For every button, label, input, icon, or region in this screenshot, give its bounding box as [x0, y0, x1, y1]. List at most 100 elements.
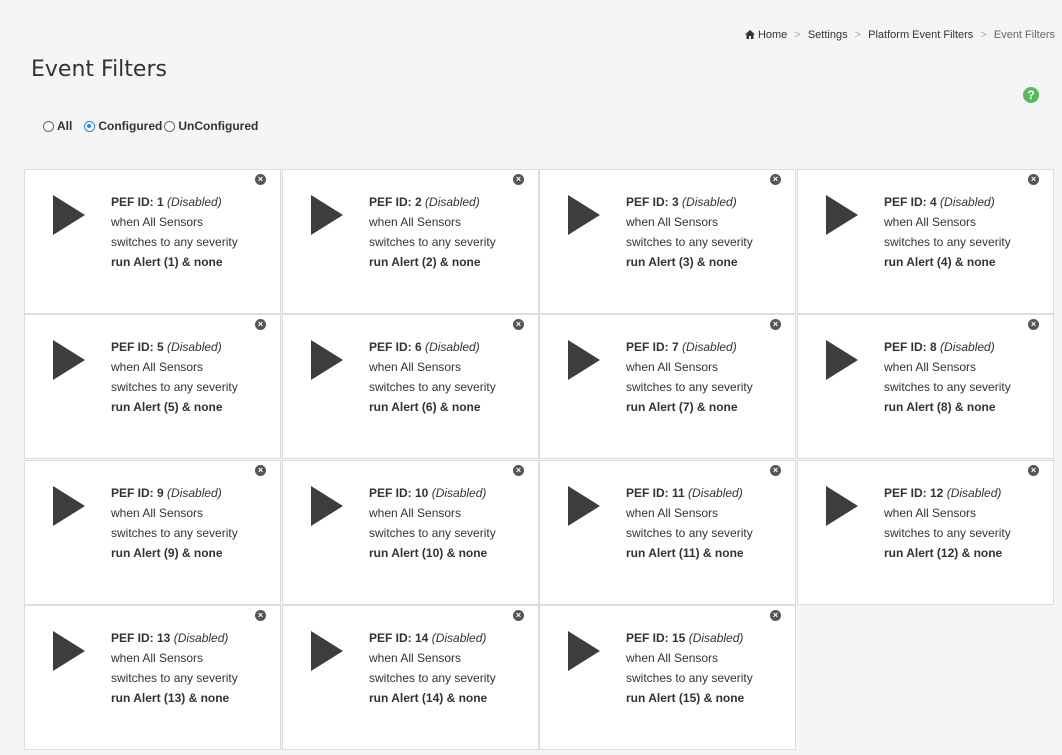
- pef-card[interactable]: × PEF ID: 9 (Disabled) when All Sensors swi…: [24, 460, 281, 605]
- pef-card[interactable]: × PEF ID: 6 (Disabled) when All Sensors swi…: [282, 314, 539, 459]
- pef-status: (Disabled): [940, 195, 995, 209]
- radio-configured[interactable]: [84, 120, 96, 132]
- pef-status: (Disabled): [688, 486, 743, 500]
- delete-close-icon[interactable]: ×: [513, 610, 524, 621]
- pef-condition-line2: switches to any severity: [369, 380, 496, 394]
- delete-close-icon[interactable]: ×: [255, 465, 266, 476]
- pef-status: (Disabled): [167, 340, 222, 354]
- pef-card-header: PEF ID: 5 (Disabled): [111, 337, 238, 357]
- pef-card-text: PEF ID: 6 (Disabled) when All Sensors swit…: [369, 337, 496, 417]
- delete-close-icon[interactable]: ×: [770, 465, 781, 476]
- pef-card[interactable]: × PEF ID: 11 (Disabled) when All Sensors sw…: [539, 460, 796, 605]
- delete-close-icon[interactable]: ×: [770, 319, 781, 330]
- delete-close-icon[interactable]: ×: [1028, 319, 1039, 330]
- pef-card-text: PEF ID: 15 (Disabled) when All Sensors swi…: [626, 628, 753, 708]
- help-icon[interactable]: ?: [1023, 87, 1039, 103]
- breadcrumb-settings[interactable]: Settings: [808, 29, 848, 41]
- pef-card-text: PEF ID: 4 (Disabled) when All Sensors swit…: [884, 192, 1011, 272]
- delete-close-icon[interactable]: ×: [255, 610, 266, 621]
- filter-all-option[interactable]: All: [43, 119, 72, 133]
- breadcrumb-platform-event-filters[interactable]: Platform Event Filters: [868, 29, 973, 41]
- breadcrumb-home[interactable]: Home: [744, 29, 790, 41]
- delete-close-icon[interactable]: ×: [1028, 174, 1039, 185]
- pef-status: (Disabled): [688, 631, 744, 645]
- delete-close-icon[interactable]: ×: [255, 319, 266, 330]
- pef-action: run Alert (4) & none: [884, 255, 996, 269]
- pef-action: run Alert (10) & none: [369, 546, 488, 560]
- delete-close-icon[interactable]: ×: [513, 319, 524, 330]
- pef-condition-line2: switches to any severity: [369, 235, 496, 249]
- pef-card-text: PEF ID: 12 (Disabled) when All Sensors swi…: [884, 483, 1011, 563]
- breadcrumb-separator: >: [794, 29, 801, 41]
- delete-close-icon[interactable]: ×: [770, 610, 781, 621]
- radio-unconfigured[interactable]: [164, 120, 176, 132]
- filter-configured-option[interactable]: Configured: [84, 119, 162, 133]
- pef-card[interactable]: × PEF ID: 5 (Disabled) when All Sensors swi…: [24, 314, 281, 459]
- pef-id-label: PEF ID: 6: [369, 340, 422, 354]
- pef-card[interactable]: × PEF ID: 2 (Disabled) when All Sensors swi…: [282, 169, 539, 314]
- pef-condition-line2: switches to any severity: [111, 526, 238, 540]
- pef-card[interactable]: × PEF ID: 3 (Disabled) when All Sensors swi…: [539, 169, 796, 314]
- delete-close-icon[interactable]: ×: [770, 174, 781, 185]
- pef-condition-line2: switches to any severity: [626, 235, 753, 249]
- pef-card[interactable]: × PEF ID: 7 (Disabled) when All Sensors swi…: [539, 314, 796, 459]
- pef-action: run Alert (15) & none: [626, 691, 745, 705]
- play-icon: [53, 631, 85, 671]
- pef-card[interactable]: × PEF ID: 8 (Disabled) when All Sensors swi…: [797, 314, 1054, 459]
- pef-card[interactable]: × PEF ID: 1 (Disabled) when All Sensors swi…: [24, 169, 281, 314]
- pef-condition-line1: when All Sensors: [884, 215, 977, 229]
- pef-condition-line2: switches to any severity: [626, 380, 753, 394]
- pef-condition-line1: when All Sensors: [111, 215, 204, 229]
- pef-card-header: PEF ID: 6 (Disabled): [369, 337, 496, 357]
- pef-card-header: PEF ID: 7 (Disabled): [626, 337, 753, 357]
- pef-card-text: PEF ID: 14 (Disabled) when All Sensors swi…: [369, 628, 496, 708]
- pef-id-label: PEF ID: 5: [111, 340, 164, 354]
- pef-condition-line2: switches to any severity: [369, 526, 496, 540]
- pef-card-header: PEF ID: 10 (Disabled): [369, 483, 496, 503]
- pef-id-label: PEF ID: 9: [111, 486, 164, 500]
- pef-status: (Disabled): [425, 195, 480, 209]
- pef-card[interactable]: × PEF ID: 4 (Disabled) when All Sensors swi…: [797, 169, 1054, 314]
- pef-condition-line1: when All Sensors: [626, 360, 719, 374]
- pef-status: (Disabled): [173, 631, 229, 645]
- pef-condition-line2: switches to any severity: [884, 526, 1011, 540]
- pef-condition-line1: when All Sensors: [369, 360, 462, 374]
- pef-action: run Alert (6) & none: [369, 400, 481, 414]
- pef-card[interactable]: × PEF ID: 13 (Disabled) when All Sensors sw…: [24, 605, 281, 750]
- delete-close-icon[interactable]: ×: [513, 174, 524, 185]
- page-title: Event Filters: [31, 56, 167, 82]
- pef-card-text: PEF ID: 3 (Disabled) when All Sensors swit…: [626, 192, 753, 272]
- pef-card-header: PEF ID: 2 (Disabled): [369, 192, 496, 212]
- pef-card[interactable]: × PEF ID: 10 (Disabled) when All Sensors sw…: [282, 460, 539, 605]
- filter-radio-group: All Configured UnConfigured: [43, 119, 260, 133]
- play-icon: [311, 631, 343, 671]
- pef-action: run Alert (5) & none: [111, 400, 223, 414]
- play-icon: [311, 195, 343, 235]
- pef-condition-line1: when All Sensors: [111, 506, 204, 520]
- pef-card-text: PEF ID: 11 (Disabled) when All Sensors swi…: [626, 483, 753, 563]
- pef-status: (Disabled): [167, 486, 222, 500]
- pef-action: run Alert (8) & none: [884, 400, 996, 414]
- pef-id-label: PEF ID: 8: [884, 340, 937, 354]
- pef-condition-line1: when All Sensors: [626, 215, 719, 229]
- pef-status: (Disabled): [167, 195, 222, 209]
- pef-condition-line2: switches to any severity: [369, 671, 496, 685]
- pef-status: (Disabled): [946, 486, 1002, 500]
- filter-unconfigured-option[interactable]: UnConfigured: [164, 119, 258, 133]
- pef-card-text: PEF ID: 2 (Disabled) when All Sensors swit…: [369, 192, 496, 272]
- pef-card[interactable]: × PEF ID: 14 (Disabled) when All Sensors sw…: [282, 605, 539, 750]
- pef-action: run Alert (7) & none: [626, 400, 738, 414]
- delete-close-icon[interactable]: ×: [255, 174, 266, 185]
- pef-card-text: PEF ID: 13 (Disabled) when All Sensors swi…: [111, 628, 238, 708]
- pef-card[interactable]: × PEF ID: 15 (Disabled) when All Sensors sw…: [539, 605, 796, 750]
- pef-status: (Disabled): [425, 340, 480, 354]
- radio-all[interactable]: [43, 120, 54, 132]
- delete-close-icon[interactable]: ×: [1028, 465, 1039, 476]
- delete-close-icon[interactable]: ×: [513, 465, 524, 476]
- pef-condition-line1: when All Sensors: [111, 651, 204, 665]
- pef-status: (Disabled): [682, 195, 737, 209]
- home-icon: [744, 30, 755, 39]
- pef-card[interactable]: × PEF ID: 12 (Disabled) when All Sensors sw…: [797, 460, 1054, 605]
- pef-id-label: PEF ID: 3: [626, 195, 679, 209]
- filter-configured-label: Configured: [98, 119, 163, 133]
